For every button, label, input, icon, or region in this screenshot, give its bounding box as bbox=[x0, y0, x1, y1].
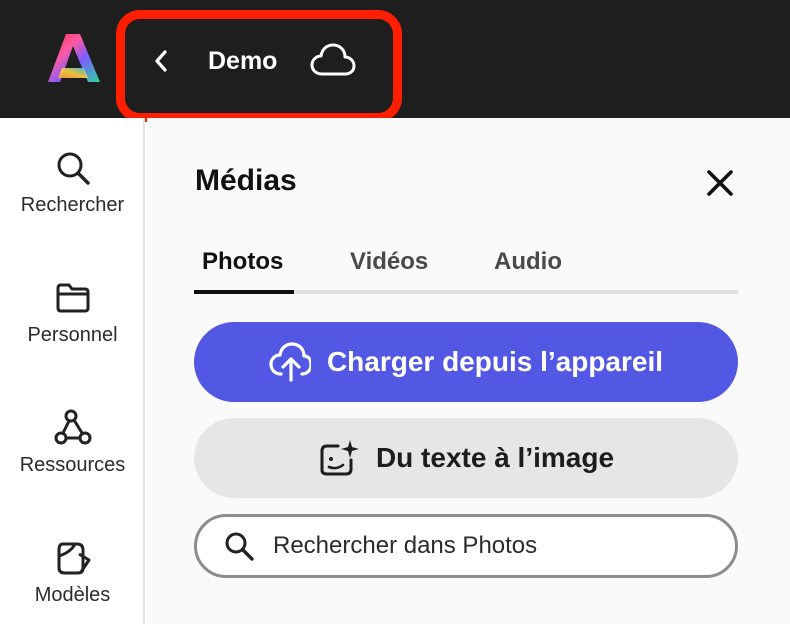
photos-search-input[interactable] bbox=[271, 531, 715, 561]
back-button[interactable] bbox=[148, 44, 174, 78]
sidebar-item-search[interactable]: Rechercher bbox=[0, 148, 145, 217]
folder-icon bbox=[56, 283, 89, 313]
text-to-image-button[interactable]: Du texte à l’image bbox=[194, 418, 738, 498]
search-icon bbox=[225, 532, 254, 561]
tab-videos[interactable]: Vidéos bbox=[350, 248, 428, 276]
text-to-image-label: Du texte à l’image bbox=[375, 442, 615, 473]
tab-audio[interactable]: Audio bbox=[494, 248, 562, 276]
search-icon bbox=[57, 152, 90, 185]
sidebar-item-resources[interactable]: Ressources bbox=[0, 408, 145, 477]
document-title[interactable]: Demo bbox=[208, 44, 277, 78]
top-bar: Demo bbox=[0, 0, 790, 122]
active-tab-indicator bbox=[194, 290, 294, 294]
shapes-icon bbox=[54, 409, 91, 445]
media-panel: Médias Photos Vidéos Audio Charger depui… bbox=[147, 118, 790, 624]
sidebar-item-label: Modèles bbox=[34, 584, 111, 606]
adobe-express-logo-icon[interactable] bbox=[44, 32, 102, 84]
chevron-left-icon bbox=[155, 50, 167, 72]
cloud-icon[interactable] bbox=[310, 42, 356, 78]
tab-photos[interactable]: Photos bbox=[202, 248, 283, 276]
templates-icon bbox=[57, 542, 90, 575]
cloud-upload-icon bbox=[269, 342, 311, 382]
sidebar-item-templates[interactable]: Modèles bbox=[0, 538, 145, 607]
upload-button-label: Charger depuis l’appareil bbox=[326, 346, 664, 377]
sidebar-item-label: Ressources bbox=[19, 454, 126, 476]
upload-from-device-button[interactable]: Charger depuis l’appareil bbox=[194, 322, 738, 402]
sidebar-item-label: Rechercher bbox=[20, 194, 125, 216]
sidebar-item-personal[interactable]: Personnel bbox=[0, 278, 145, 347]
close-icon[interactable] bbox=[703, 166, 737, 200]
photos-search-box[interactable] bbox=[194, 514, 738, 578]
text-to-image-icon bbox=[320, 440, 359, 476]
left-sidebar: Rechercher Personnel Ressources Modèles bbox=[0, 118, 145, 624]
media-tabs: Photos Vidéos Audio bbox=[194, 242, 738, 294]
sidebar-item-label: Personnel bbox=[27, 324, 118, 346]
panel-title: Médias bbox=[195, 164, 297, 197]
